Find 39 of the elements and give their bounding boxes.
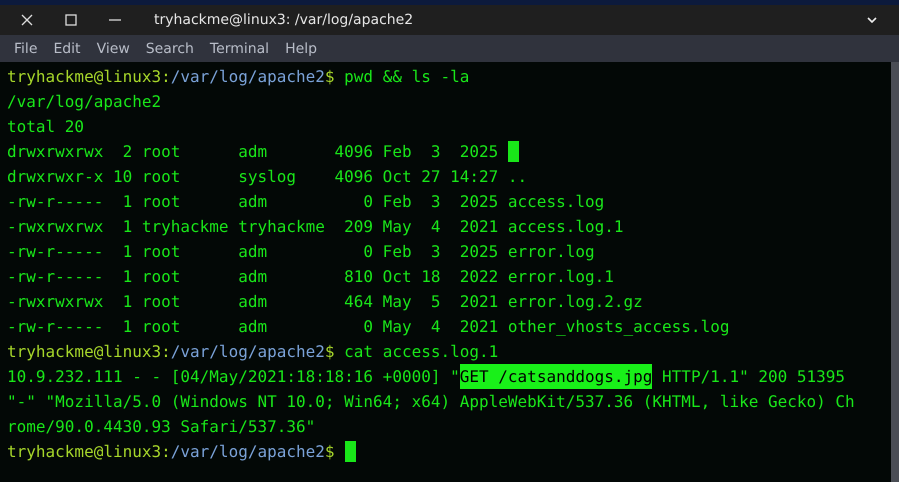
chevron-down-icon[interactable]: [867, 17, 877, 23]
prompt-path: /var/log/apache2: [170, 341, 325, 363]
close-icon[interactable]: [20, 13, 34, 27]
command-text: cat access.log.1: [343, 341, 498, 363]
prompt-user: tryhackme@linux3:: [7, 66, 171, 88]
prompt-symbol: $: [324, 441, 335, 463]
window-title: tryhackme@linux3: /var/log/apache2: [154, 12, 414, 28]
output-text: "-" "Mozilla/5.0 (Windows NT 10.0; Win64; x64) AppleWebKit/537.36 (KHTML, like Gecko) Ch: [7, 391, 855, 413]
menu-item[interactable]: Help: [285, 40, 317, 56]
prompt-path: /var/log/apache2: [170, 66, 325, 88]
menu-item[interactable]: Edit: [53, 40, 81, 56]
output-text: -rwxrwxrwx 1 tryhackme tryhackme 209 May 4 2021 access.log.1: [7, 216, 624, 238]
menu-item[interactable]: File: [14, 40, 38, 56]
output-text: -rw-r----- 1 root adm 0 May 4 2021 other_vhosts_access.log: [7, 316, 730, 338]
menu-item[interactable]: View: [96, 40, 130, 56]
scrollbar[interactable]: [891, 62, 899, 482]
output-text: HTTP/1.1" 200 51395: [661, 366, 846, 388]
highlighted-text: GET /catsanddogs.jpg: [460, 364, 652, 389]
maximize-icon[interactable]: [64, 13, 78, 27]
menu-item[interactable]: Terminal: [210, 40, 270, 56]
prompt-user: tryhackme@linux3:: [7, 441, 171, 463]
output-text: drwxrwxr-x 10 root syslog 4096 Oct 27 14:27 ..: [7, 166, 528, 188]
prompt-path: /var/log/apache2: [170, 441, 325, 463]
prompt-symbol: $: [324, 341, 335, 363]
output-text: -rw-r----- 1 root adm 0 Feb 3 2025 access.log: [7, 191, 604, 213]
output-text: total 20: [7, 116, 84, 138]
output-text: -rw-r----- 1 root adm 810 Oct 18 2022 error.log.1: [7, 266, 614, 288]
command-text: pwd && ls -la: [343, 66, 470, 88]
output-text: drwxrwxrwx 2 root adm 4096 Feb 3 2025: [7, 141, 498, 163]
output-text: rome/90.0.4430.93 Safari/537.36": [7, 416, 316, 438]
output-text: -rw-r----- 1 root adm 0 Feb 3 2025 error.log: [7, 241, 595, 263]
prompt-user: tryhackme@linux3:: [7, 341, 171, 363]
output-text: 10.9.232.111 - - [04/May/2021:18:18:16 +0000] ": [7, 366, 460, 388]
output-text: /var/log/apache2: [7, 91, 162, 113]
menu-item[interactable]: Search: [146, 40, 194, 56]
output-text: -rwxrwxrwx 1 root adm 464 May 5 2021 error.log.2.gz: [7, 291, 643, 313]
text-cursor: [344, 441, 356, 462]
highlight-block: [508, 141, 520, 162]
prompt-symbol: $: [324, 66, 335, 88]
